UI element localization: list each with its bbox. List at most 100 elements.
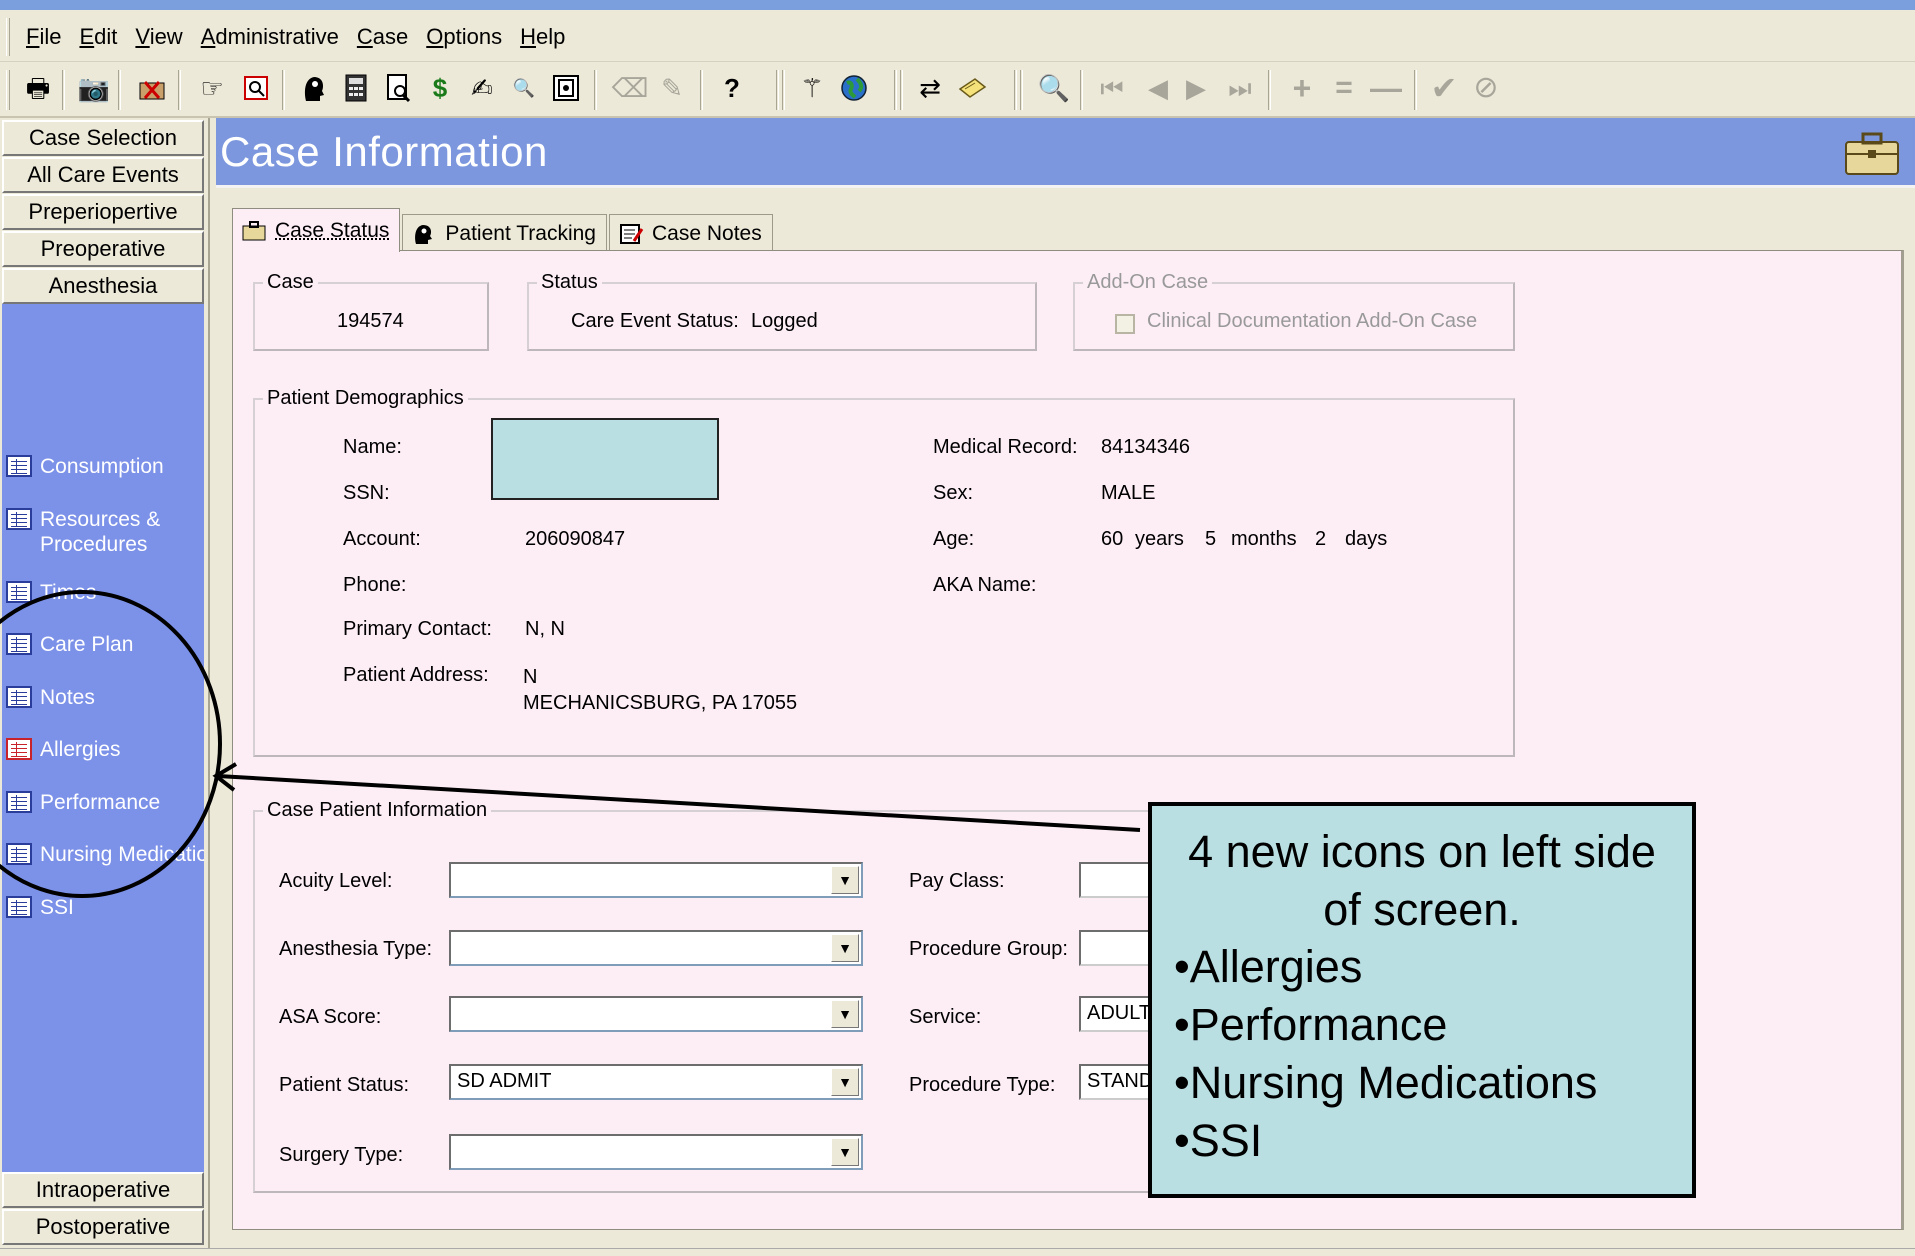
calculator-icon[interactable] — [338, 70, 374, 106]
acuity-level-select[interactable]: ▼ — [449, 862, 863, 898]
address-line-1: N — [523, 666, 538, 688]
confirm-check-icon[interactable]: ✔ — [1426, 70, 1462, 106]
care-event-status-value: Logged — [751, 310, 818, 332]
chevron-down-icon[interactable]: ▼ — [831, 1000, 859, 1028]
zoom-tags-icon[interactable]: 🔍 — [506, 70, 542, 106]
nav-item-label: Allergies — [40, 738, 121, 761]
anesthesia-type-select[interactable]: ▼ — [449, 930, 863, 966]
search-disabled-icon[interactable]: 🔍 — [1036, 70, 1072, 106]
nav-item-nursing-medications[interactable]: Nursing Medications — [6, 842, 204, 867]
nav-intraoperative[interactable]: Intraoperative — [2, 1172, 204, 1208]
pane-splitter[interactable] — [208, 118, 216, 1256]
nav-item-times[interactable]: Times — [6, 580, 204, 605]
nav-item-allergies[interactable]: Allergies — [6, 737, 204, 762]
nav-anesthesia[interactable]: Anesthesia — [2, 268, 204, 304]
patient-address-label: Patient Address: — [343, 664, 489, 686]
grid-list-icon — [6, 843, 32, 865]
nav-item-label: Times — [40, 581, 97, 604]
toolbar-separator — [776, 70, 779, 110]
pen-disabled-icon[interactable]: ✎ — [654, 70, 690, 106]
note-pad-icon[interactable] — [954, 70, 990, 106]
account-value: 206090847 — [525, 528, 626, 550]
nav-all-care-events[interactable]: All Care Events — [2, 157, 204, 193]
menu-help[interactable]: Help — [520, 24, 565, 50]
nav-item-notes[interactable]: Notes — [6, 685, 204, 710]
chevron-down-icon[interactable]: ▼ — [831, 934, 859, 962]
tab-strip: Case Status Patient Tracking Case Notes — [232, 208, 775, 252]
help-question-icon[interactable]: ? — [714, 70, 750, 106]
annotation-callout: 4 new icons on left side of screen. •All… — [1148, 802, 1696, 1198]
chevron-down-icon[interactable]: ▼ — [831, 866, 859, 894]
toolbar-separator — [282, 70, 285, 110]
cancel-box-icon[interactable] — [134, 70, 170, 106]
equals-icon[interactable]: = — [1326, 70, 1362, 106]
nav-item-consumption[interactable]: Consumption — [6, 454, 204, 479]
menu-administrative[interactable]: Administrative — [201, 24, 339, 50]
nav-preoperative[interactable]: Preoperative — [2, 231, 204, 267]
printer-icon[interactable]: 🖶 — [20, 70, 56, 106]
medical-record-value: 84134346 — [1101, 436, 1190, 458]
surgery-type-label: Surgery Type: — [279, 1144, 404, 1166]
menu-options[interactable]: Options — [426, 24, 502, 50]
name-label: Name: — [343, 436, 402, 458]
menu-file[interactable]: File — [26, 24, 61, 50]
nav-item-label: Notes — [40, 686, 95, 709]
nav-item-resources-procedures[interactable]: Resources & Procedures — [6, 507, 204, 557]
patient-status-select[interactable]: SD ADMIT ▼ — [449, 1064, 863, 1100]
eraser-icon[interactable]: ⌫ — [612, 70, 649, 106]
medical-record-label: Medical Record: — [933, 436, 1078, 458]
nav-item-ssi[interactable]: SSI — [6, 895, 204, 920]
nav-postoperative[interactable]: Postoperative — [2, 1209, 204, 1245]
grid-list-icon — [6, 686, 32, 708]
menu-case[interactable]: Case — [357, 24, 408, 50]
document-frame-icon[interactable] — [548, 70, 584, 106]
grid-list-icon — [6, 508, 32, 530]
grid-list-icon — [6, 455, 32, 477]
camera-icon[interactable]: 📷 — [76, 70, 112, 106]
tab-label: Patient Tracking — [445, 221, 596, 245]
window-title-strip — [0, 0, 1915, 10]
chevron-down-icon[interactable]: ▼ — [831, 1068, 859, 1096]
toolbar-separator — [900, 70, 903, 110]
delete-record-icon[interactable]: — — [1368, 70, 1404, 106]
nav-item-care-plan[interactable]: Care Plan — [6, 632, 204, 657]
toolbar-separator — [894, 70, 897, 110]
nav-case-selection[interactable]: Case Selection — [2, 120, 204, 156]
menu-view[interactable]: View — [135, 24, 182, 50]
surgery-type-select[interactable]: ▼ — [449, 1134, 863, 1170]
ssn-label: SSN: — [343, 482, 390, 504]
menu-edit[interactable]: Edit — [79, 24, 117, 50]
grid-list-icon — [6, 581, 32, 603]
dollar-icon[interactable]: $ — [422, 70, 458, 106]
document-search-icon[interactable] — [380, 70, 416, 106]
toolbar-separator — [178, 70, 181, 110]
preview-icon[interactable] — [238, 70, 274, 106]
cancel-circle-icon[interactable]: ⊘ — [1468, 70, 1504, 106]
globe-icon[interactable] — [836, 70, 872, 106]
next-record-icon[interactable]: ▶ — [1178, 70, 1214, 106]
magic-wand-icon[interactable]: ⚚ — [794, 70, 830, 106]
tab-case-notes[interactable]: Case Notes — [609, 214, 773, 252]
add-record-icon[interactable]: + — [1284, 70, 1320, 106]
nav-item-performance[interactable]: Performance — [6, 790, 204, 815]
last-record-icon[interactable]: ⏭ — [1222, 70, 1258, 106]
tab-patient-tracking[interactable]: Patient Tracking — [402, 214, 607, 252]
toolbar: 🖶 📷 ☞ $ ✍ 🔍 ⌫ ✎ ? ⚚ ⇄ 🔍 ⏮ ◀ ▶ ⏭ + = — ✔ … — [0, 62, 1915, 118]
addon-checkbox[interactable] — [1115, 314, 1135, 334]
nav-preperioperative[interactable]: Preperiopertive — [2, 194, 204, 230]
hand-pointer-icon[interactable]: ☞ — [194, 70, 230, 106]
prev-record-icon[interactable]: ◀ — [1140, 70, 1176, 106]
age-months: 5 — [1205, 528, 1217, 550]
phone-label: Phone: — [343, 574, 407, 596]
nav-item-label: Performance — [40, 791, 161, 814]
first-record-icon[interactable]: ⏮ — [1094, 70, 1130, 106]
swap-people-icon[interactable]: ⇄ — [912, 70, 948, 106]
chevron-down-icon[interactable]: ▼ — [831, 1138, 859, 1166]
asa-score-select[interactable]: ▼ — [449, 996, 863, 1032]
toolbar-separator — [118, 70, 121, 110]
anesthesia-type-label: Anesthesia Type: — [279, 938, 433, 960]
head-silhouette-icon[interactable] — [296, 70, 332, 106]
tab-case-status[interactable]: Case Status — [232, 208, 401, 252]
left-navigation: Case Selection All Care Events Preperiop… — [0, 118, 208, 1256]
signature-icon[interactable]: ✍ — [464, 70, 500, 106]
